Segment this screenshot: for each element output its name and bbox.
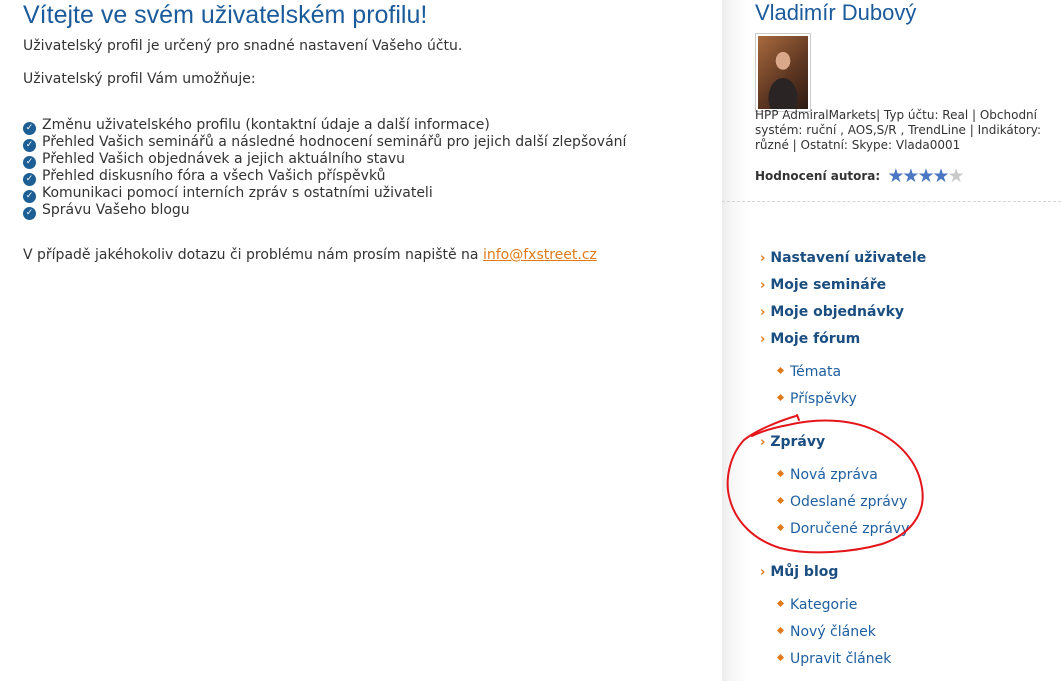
contact-email-link[interactable]: info@fxstreet.cz: [483, 247, 597, 263]
list-item: ✓ Přehled Vašich seminářů a následné hodn…: [23, 134, 626, 152]
main-content: Vítejte ve svém uživatelském profilu! Už…: [0, 0, 722, 681]
page-title: Vítejte ve svém uživatelském profilu!: [23, 1, 428, 29]
check-circle-icon: ✓: [23, 207, 36, 220]
list-item: ✓ Změnu uživatelského profilu (kontaktní …: [23, 117, 626, 135]
contact-text: V případě jakéhokoliv dotazu či problému…: [23, 247, 597, 263]
list-item: ✓ Správu Vašeho blogu: [23, 202, 626, 220]
features-heading: Uživatelský profil Vám umožňuje:: [23, 71, 256, 87]
annotation-stroke: [726, 415, 924, 554]
red-annotation-circle: [726, 414, 924, 554]
list-item: ✓ Přehled diskusního fóra a všech Vašich …: [23, 168, 626, 186]
intro-text: Uživatelský profil je určený pro snadné …: [23, 38, 463, 54]
features-list: ✓ Změnu uživatelského profilu (kontaktní …: [23, 117, 626, 220]
annotation-tick: [796, 414, 800, 421]
list-item: ✓ Komunikaci pomocí interních zpráv s ost…: [23, 185, 626, 203]
list-item: ✓ Přehled Vašich objednávek a jejich aktu…: [23, 151, 626, 169]
sidebar: Vladimír Dubový HPP AdmiralMarkets| Typ …: [722, 0, 1061, 681]
